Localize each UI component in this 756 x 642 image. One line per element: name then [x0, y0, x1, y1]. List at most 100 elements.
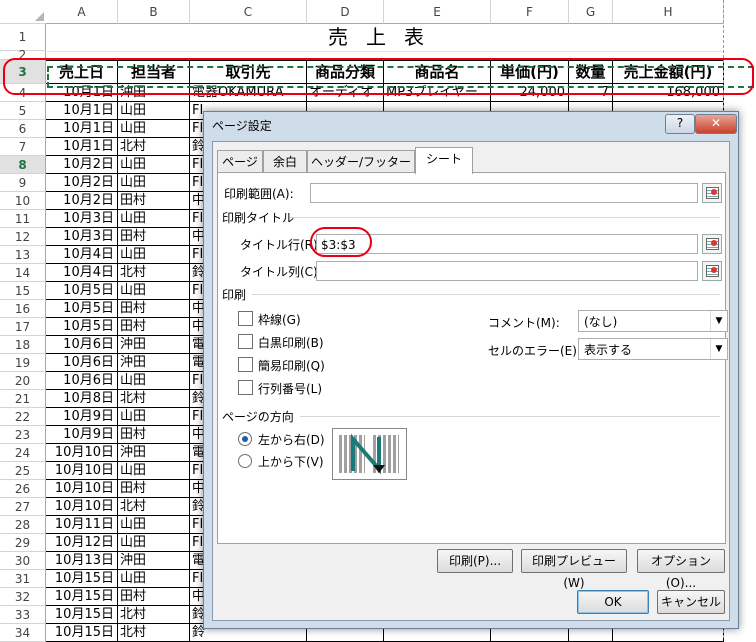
table-cell[interactable]: 10月10日: [46, 462, 118, 480]
header-cell[interactable]: 商品分類: [307, 60, 384, 84]
table-cell[interactable]: 田村: [118, 426, 190, 444]
title-rows-collapse-icon[interactable]: [702, 234, 722, 254]
column-header-a[interactable]: A: [46, 0, 118, 24]
row-header[interactable]: 26: [0, 480, 46, 498]
table-cell[interactable]: 田村: [118, 480, 190, 498]
ok-button[interactable]: OK: [577, 590, 649, 614]
table-cell[interactable]: 10月5日: [46, 282, 118, 300]
row-header[interactable]: 23: [0, 426, 46, 444]
top-bottom-radio[interactable]: [238, 454, 252, 468]
column-header-c[interactable]: C: [190, 0, 307, 24]
draft-quality-checkbox[interactable]: [238, 357, 253, 372]
table-cell[interactable]: 北村: [118, 264, 190, 282]
row-header[interactable]: 17: [0, 318, 46, 336]
help-button[interactable]: ?: [665, 114, 695, 134]
table-cell[interactable]: 沖田: [118, 444, 190, 462]
table-cell[interactable]: 山田: [118, 462, 190, 480]
table-cell[interactable]: 北村: [118, 606, 190, 624]
row-header[interactable]: 34: [0, 624, 46, 642]
column-header-h[interactable]: H: [613, 0, 724, 24]
table-cell[interactable]: 田村: [118, 192, 190, 210]
header-cell[interactable]: 売上金額(円): [613, 60, 724, 84]
row-header[interactable]: 5: [0, 102, 46, 120]
table-cell[interactable]: 北村: [118, 498, 190, 516]
table-cell[interactable]: 10月4日: [46, 264, 118, 282]
row-header[interactable]: 22: [0, 408, 46, 426]
table-cell[interactable]: 田村: [118, 300, 190, 318]
close-button[interactable]: ✕: [695, 114, 737, 134]
title-cols-collapse-icon[interactable]: [702, 261, 722, 281]
cell-errors-select[interactable]: 表示する ▼: [578, 338, 728, 360]
table-cell[interactable]: 10月1日: [46, 84, 118, 102]
row-header[interactable]: 9: [0, 174, 46, 192]
table-cell[interactable]: 10月1日: [46, 102, 118, 120]
table-cell[interactable]: 10月2日: [46, 192, 118, 210]
table-cell[interactable]: 山田: [118, 282, 190, 300]
table-cell[interactable]: 10月2日: [46, 156, 118, 174]
tab-page[interactable]: ページ: [217, 150, 263, 173]
column-header-d[interactable]: D: [307, 0, 384, 24]
column-header-e[interactable]: E: [384, 0, 491, 24]
table-cell[interactable]: 田村: [118, 318, 190, 336]
black-white-checkbox[interactable]: [238, 334, 253, 349]
table-cell[interactable]: 10月1日: [46, 138, 118, 156]
tab-margins[interactable]: 余白: [263, 150, 307, 173]
row-header[interactable]: 25: [0, 462, 46, 480]
table-cell[interactable]: 10月10日: [46, 480, 118, 498]
table-cell[interactable]: 山田: [118, 174, 190, 192]
table-cell[interactable]: 沖田: [118, 354, 190, 372]
table-cell[interactable]: 山田: [118, 156, 190, 174]
table-cell[interactable]: 沖田: [118, 336, 190, 354]
table-cell[interactable]: 北村: [118, 624, 190, 642]
column-header-g[interactable]: G: [569, 0, 613, 24]
row-header[interactable]: 15: [0, 282, 46, 300]
row-header[interactable]: 18: [0, 336, 46, 354]
left-right-radio[interactable]: [238, 432, 252, 446]
table-cell[interactable]: 10月13日: [46, 552, 118, 570]
table-cell[interactable]: 10月5日: [46, 318, 118, 336]
table-cell[interactable]: 168,000: [613, 84, 724, 102]
title-cols-input[interactable]: [316, 261, 698, 281]
table-cell[interactable]: 10月9日: [46, 426, 118, 444]
row-header[interactable]: 24: [0, 444, 46, 462]
row-header[interactable]: 20: [0, 372, 46, 390]
row-header[interactable]: 4: [0, 84, 46, 102]
table-cell[interactable]: 10月2日: [46, 174, 118, 192]
table-cell[interactable]: 10月1日: [46, 120, 118, 138]
table-cell[interactable]: 10月10日: [46, 498, 118, 516]
title-rows-input[interactable]: $3:$3: [316, 234, 698, 254]
table-cell[interactable]: 北村: [118, 138, 190, 156]
row-header[interactable]: 19: [0, 354, 46, 372]
table-cell[interactable]: 10月11日: [46, 516, 118, 534]
header-cell[interactable]: 売上日: [46, 60, 118, 84]
table-cell[interactable]: 山田: [118, 102, 190, 120]
row-header[interactable]: 31: [0, 570, 46, 588]
dialog-titlebar[interactable]: ページ設定 ? ✕: [204, 112, 738, 140]
table-cell[interactable]: 10月5日: [46, 300, 118, 318]
table-cell[interactable]: 10月15日: [46, 570, 118, 588]
row-header[interactable]: 11: [0, 210, 46, 228]
header-cell[interactable]: 数量: [569, 60, 613, 84]
row-header[interactable]: 16: [0, 300, 46, 318]
row-header[interactable]: 6: [0, 120, 46, 138]
row-header[interactable]: 28: [0, 516, 46, 534]
table-cell[interactable]: 24,000: [491, 84, 569, 102]
row-header[interactable]: 30: [0, 552, 46, 570]
tab-sheet[interactable]: シート: [415, 147, 473, 174]
table-cell[interactable]: 山田: [118, 120, 190, 138]
row-header[interactable]: 29: [0, 534, 46, 552]
header-cell[interactable]: 取引先: [190, 60, 307, 84]
column-header-f[interactable]: F: [491, 0, 569, 24]
table-cell[interactable]: 10月6日: [46, 336, 118, 354]
table-cell[interactable]: 10月12日: [46, 534, 118, 552]
row-header[interactable]: 13: [0, 246, 46, 264]
header-cell[interactable]: 担当者: [118, 60, 190, 84]
print-button[interactable]: 印刷(P)...: [437, 549, 513, 573]
table-cell[interactable]: 山田: [118, 246, 190, 264]
column-header-b[interactable]: B: [118, 0, 190, 24]
print-area-input[interactable]: [310, 183, 698, 203]
table-cell[interactable]: 山田: [118, 210, 190, 228]
row-header[interactable]: 1: [0, 24, 46, 51]
table-cell[interactable]: 山田: [118, 570, 190, 588]
row-header[interactable]: 33: [0, 606, 46, 624]
